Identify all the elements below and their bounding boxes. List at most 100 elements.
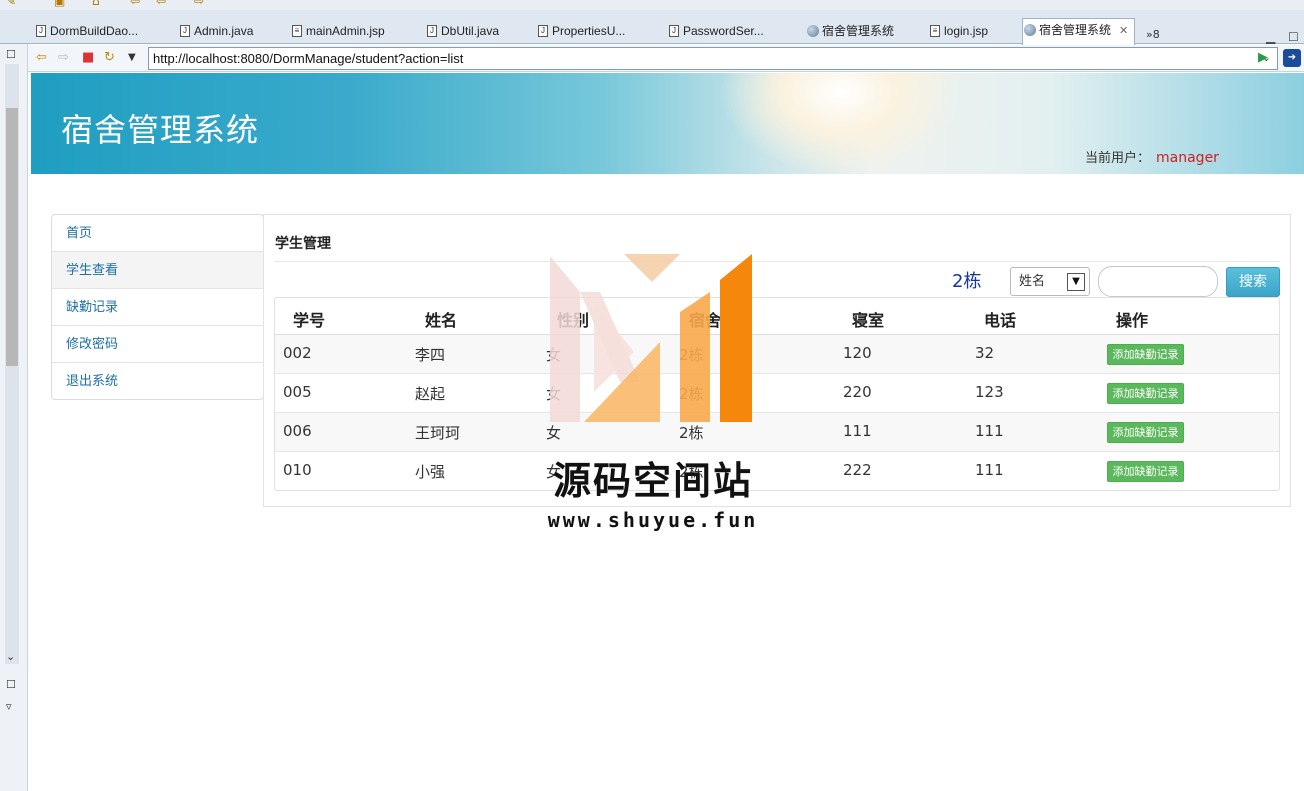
cell-room: 120 [843,344,872,362]
student-management-panel: 学生管理 2栋 姓名 ▼ 搜索 学号 姓名 性别 宿舍楼 寝室 电话 操作 00… [263,214,1291,507]
cell-id: 005 [283,383,312,401]
chevron-down-icon[interactable]: ▼ [128,52,136,63]
table-header: 学号 姓名 性别 宿舍楼 寝室 电话 操作 [275,298,1279,335]
cell-id: 002 [283,344,312,362]
cell-room: 111 [843,422,872,440]
stop-icon[interactable]: ■ [82,50,94,65]
tab-browser-dorm-active[interactable]: 宿舍管理系统 ✕ [1022,18,1136,45]
forward-icon[interactable]: ⇨ [58,50,69,65]
current-user: 当前用户： manager [1085,147,1219,166]
tab-dormbuilddao[interactable]: J DormBuildDao... [34,20,138,44]
tab-mainadmin-jsp[interactable]: ≡ mainAdmin.jsp [290,20,385,44]
chevron-down-icon[interactable]: ▿ [6,700,12,713]
sidebar-item-home[interactable]: 首页 › [52,215,269,252]
search-button[interactable]: 搜索 [1226,267,1280,297]
tab-passwordservlet[interactable]: J PasswordSer... [667,20,764,44]
watermark-url: www.shuyue.fun [547,508,759,532]
chevron-down-icon: ▼ [1067,273,1085,291]
go-icon[interactable]: ▶ [1258,50,1268,65]
sidebar-item-students[interactable]: 学生查看 › [52,252,269,289]
column-header-building: 宿舍楼 [689,311,738,330]
cell-phone: 32 [975,344,995,362]
java-file-icon: J [427,25,437,37]
refresh-icon[interactable]: ↻ [104,50,115,65]
view-icon[interactable]: ☐ [6,48,16,61]
building-label: 2栋 [952,271,982,292]
java-file-icon: J [669,25,679,37]
java-file-icon: J [538,25,548,37]
cell-building: 2栋 [679,463,704,481]
cell-phone: 123 [975,383,1004,401]
sidebar-item-logout[interactable]: 退出系统 › [52,363,269,400]
view-icon[interactable]: ☐ [6,678,16,691]
cell-name: 李四 [415,346,446,364]
close-icon[interactable]: ✕ [1119,25,1128,37]
cell-building: 2栋 [679,424,704,442]
globe-icon [1024,24,1036,36]
add-absence-record-button[interactable]: 添加缺勤记录 [1107,383,1184,404]
page-title: 学生管理 [275,236,331,252]
java-file-icon: J [36,25,46,37]
scroll-down-icon[interactable]: ⌄ [6,650,15,663]
back-icon[interactable]: ⇦ [156,0,166,8]
add-absence-record-button[interactable]: 添加缺勤记录 [1107,461,1184,482]
current-user-label: 当前用户： [1085,151,1151,166]
table-row: 006 王珂珂 女 2栋 111 111 添加缺勤记录 [275,413,1279,452]
table-row: 010 小强 女 2栋 222 111 添加缺勤记录 [275,452,1279,491]
url-input[interactable]: http://localhost:8080/DormManage/student… [148,47,1278,70]
sidebar-menu: 首页 › 学生查看 › 缺勤记录 › 修改密码 › 退出系统 › [51,214,269,400]
column-header-name: 姓名 [425,311,458,330]
cell-name: 小强 [415,463,446,481]
tab-overflow-indicator[interactable]: »8 [1146,28,1160,41]
header-banner: 宿舍管理系统 当前用户： manager [31,73,1304,174]
toolbar-icon[interactable]: ✎ [6,0,16,8]
left-gutter: ☐ ⌄ ☐ ▿ [0,44,28,791]
cell-name: 赵起 [415,385,446,403]
cell-gender: 女 [546,346,562,364]
cell-phone: 111 [975,422,1004,440]
cell-gender: 女 [546,385,562,403]
table-row: 002 李四 女 2栋 120 32 添加缺勤记录 [275,335,1279,374]
cell-gender: 女 [546,424,562,442]
add-absence-record-button[interactable]: 添加缺勤记录 [1107,344,1184,365]
column-header-action: 操作 [1116,311,1149,330]
sidebar-item-absence-records[interactable]: 缺勤记录 › [52,289,269,326]
cell-building: 2栋 [679,385,704,403]
column-header-gender: 性别 [557,311,590,330]
editor-tab-bar: J DormBuildDao... J Admin.java ≡ mainAdmin.… [0,10,1304,45]
jsp-file-icon: ≡ [292,25,302,37]
java-file-icon: J [180,25,190,37]
cell-gender: 女 [546,463,562,481]
cell-phone: 111 [975,461,1004,479]
toolbar-icon[interactable]: ⌂ [92,0,100,8]
column-header-room: 寝室 [852,311,885,330]
search-input[interactable] [1098,266,1218,297]
toolbar-icon[interactable]: ▣ [54,0,65,8]
add-absence-record-button[interactable]: 添加缺勤记录 [1107,422,1184,443]
divider [274,261,1280,262]
tab-admin-java[interactable]: J Admin.java [178,20,253,44]
globe-icon [807,25,819,37]
scrollbar-thumb[interactable] [6,108,18,366]
back-icon[interactable]: ⇦ [36,50,47,65]
external-browser-icon[interactable]: ➜ [1283,49,1301,67]
tab-dbutil-java[interactable]: J DbUtil.java [425,20,499,44]
current-user-name: manager [1156,150,1219,166]
maximize-icon[interactable]: ☐ [1288,30,1299,44]
jsp-file-icon: ≡ [930,25,940,37]
sidebar-item-change-password[interactable]: 修改密码 › [52,326,269,363]
app-title: 宿舍管理系统 [61,111,260,149]
search-field-select[interactable]: 姓名 ▼ [1010,267,1090,296]
forward-icon[interactable]: ⇨ [194,0,204,8]
browser-address-bar: ⇦ ⇨ ■ ↻ ▼ http://localhost:8080/DormMana… [28,45,1304,72]
minimize-icon[interactable]: ▁ [1266,30,1275,44]
cell-room: 220 [843,383,872,401]
tab-login-jsp[interactable]: ≡ login.jsp [928,20,988,44]
students-table: 学号 姓名 性别 宿舍楼 寝室 电话 操作 002 李四 女 2栋 120 32… [274,297,1280,491]
cell-id: 006 [283,422,312,440]
back-icon[interactable]: ⇦ [130,0,140,8]
tab-browser-dorm[interactable]: 宿舍管理系统 [806,20,894,44]
cell-name: 王珂珂 [415,424,461,442]
tab-propertiesutil[interactable]: J PropertiesU... [536,20,625,44]
cell-building: 2栋 [679,346,704,364]
